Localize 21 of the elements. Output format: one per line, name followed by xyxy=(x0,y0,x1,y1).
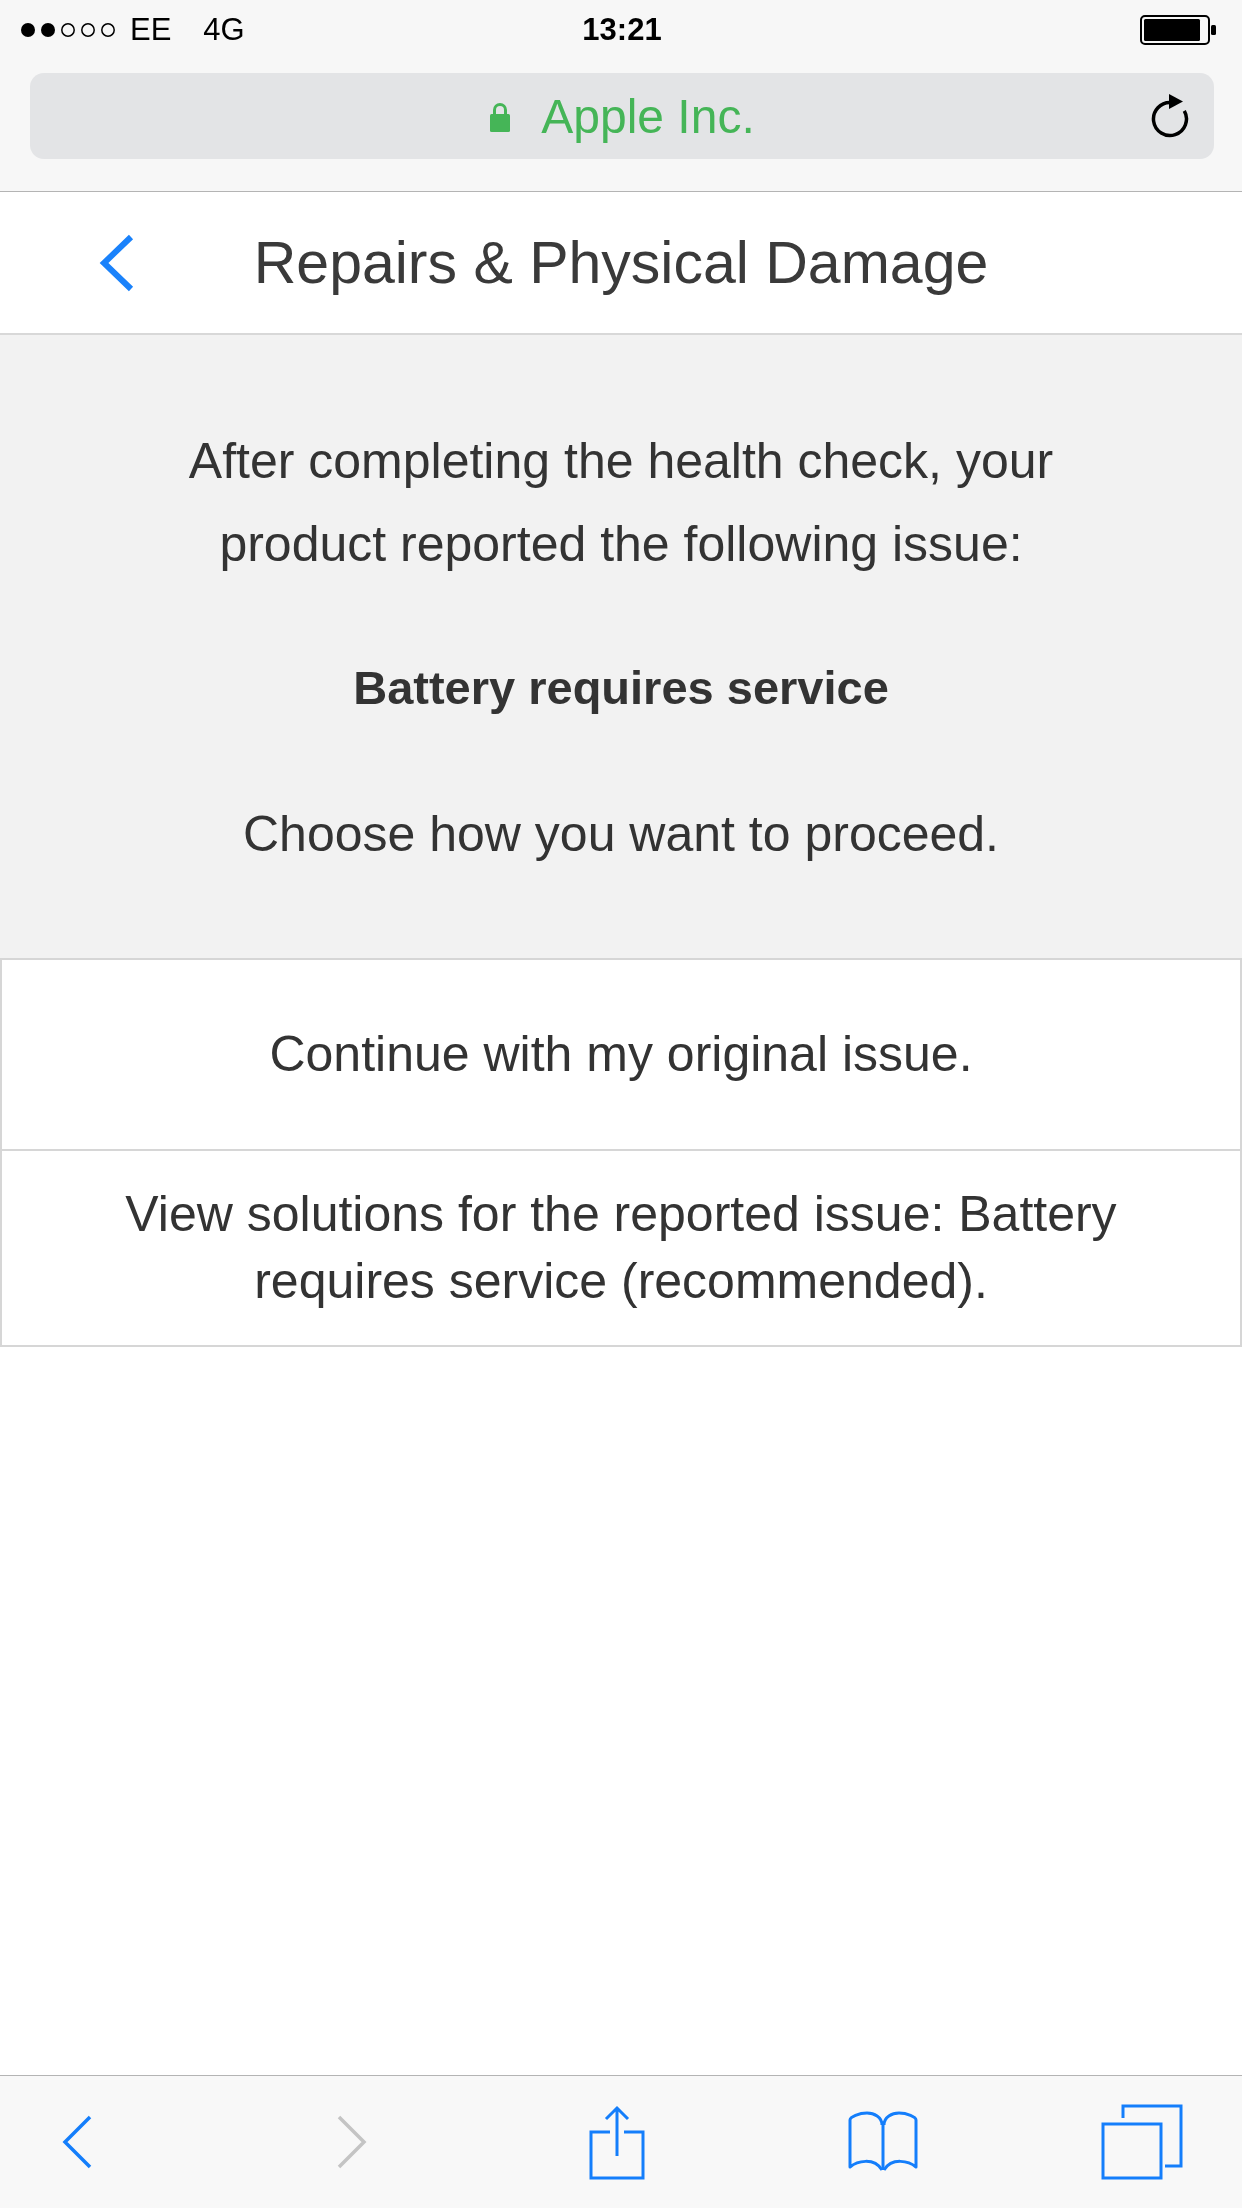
share-icon xyxy=(589,2104,645,2180)
site-name: Apple Inc. xyxy=(541,88,755,144)
clock-time: 13:21 xyxy=(582,12,662,48)
back-button[interactable] xyxy=(61,2115,93,2169)
option-button[interactable]: Continue with my original issue. xyxy=(0,958,1242,1151)
message-text: After completing the health check, your product reported the following issue: xyxy=(187,432,1055,574)
lock-icon xyxy=(489,100,512,132)
chevron-left-icon xyxy=(61,2115,93,2169)
open-book-icon xyxy=(847,2111,919,2173)
option-button[interactable]: View solutions for the reported issue: Battery requires service (recommended). xyxy=(0,1151,1242,1347)
bookmarks-button[interactable] xyxy=(847,2111,919,2173)
battery-icon xyxy=(1140,15,1218,45)
carrier-name: EE xyxy=(130,12,172,48)
network-type: 4G xyxy=(203,12,245,48)
prompt-text: Choose how you want to proceed. xyxy=(242,805,1000,864)
chevron-right-icon xyxy=(336,2115,368,2169)
tabs-button[interactable] xyxy=(1101,2104,1183,2180)
issue-title: Battery requires service xyxy=(352,660,890,716)
overlapping-squares-icon xyxy=(1101,2104,1183,2180)
page-title: Repairs & Physical Damage xyxy=(253,228,989,297)
share-button[interactable] xyxy=(589,2104,645,2180)
